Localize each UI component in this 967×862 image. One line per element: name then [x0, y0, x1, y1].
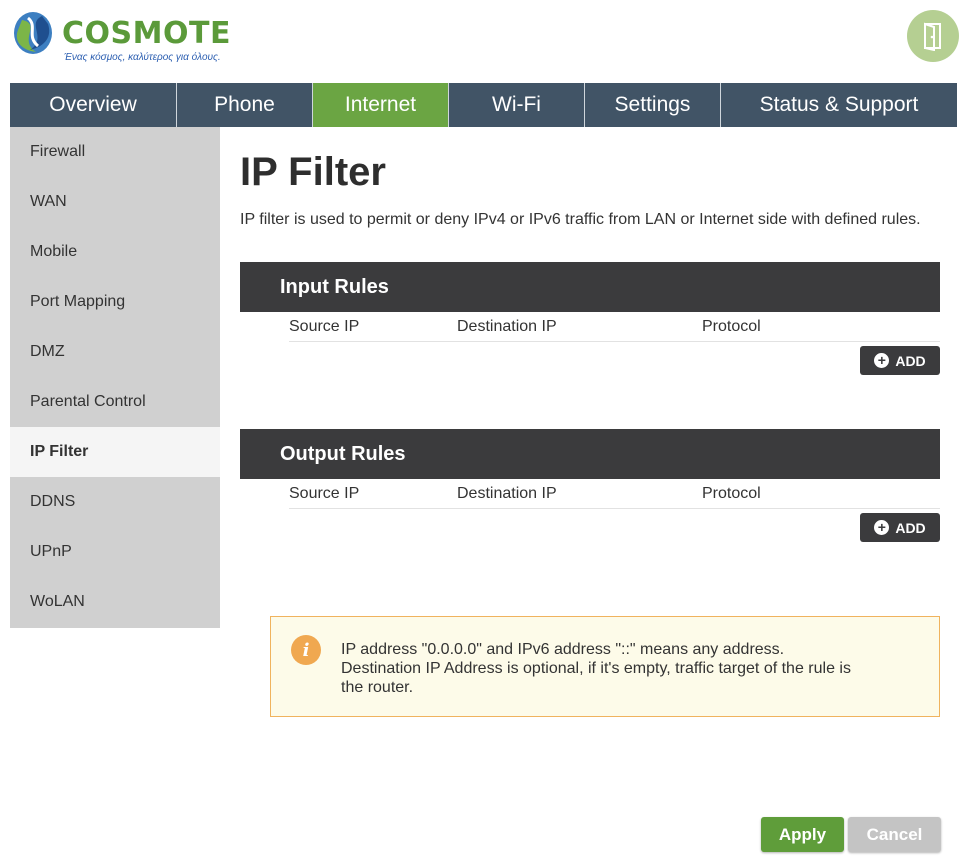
info-note-line: the router.	[341, 679, 414, 696]
column-protocol: Protocol	[702, 318, 761, 335]
add-input-rule-label: ADD	[895, 352, 926, 369]
column-source-ip: Source IP	[289, 318, 360, 335]
tab-internet[interactable]: Internet	[313, 83, 449, 127]
sidebar-item-ip-filter[interactable]: IP Filter	[10, 427, 220, 477]
sidebar-item-wan[interactable]: WAN	[10, 177, 220, 227]
info-icon: i	[291, 635, 321, 665]
sidebar-item-wolan[interactable]: WoLAN	[10, 577, 220, 627]
sidebar-item-mobile[interactable]: Mobile	[10, 227, 220, 277]
door-exit-icon	[924, 22, 941, 51]
add-input-rule-button[interactable]: + ADD	[860, 346, 940, 375]
tab-status-support[interactable]: Status & Support	[721, 83, 957, 127]
sidebar-item-upnp[interactable]: UPnP	[10, 527, 220, 577]
info-note-line: Destination IP Address is optional, if i…	[341, 660, 851, 677]
add-output-rule-button[interactable]: + ADD	[860, 513, 940, 542]
info-note-text: IP address "0.0.0.0" and IPv6 address ":…	[341, 640, 851, 697]
tab-phone[interactable]: Phone	[177, 83, 313, 127]
sidebar-item-parental-control[interactable]: Parental Control	[10, 377, 220, 427]
plus-circle-icon: +	[874, 353, 890, 368]
column-protocol: Protocol	[702, 485, 761, 502]
main-nav: Overview Phone Internet Wi-Fi Settings S…	[10, 83, 957, 127]
cosmote-logo: COSMOTE Ένας κόσμος, καλύτερος για όλους…	[10, 8, 230, 68]
plus-circle-icon: +	[874, 520, 890, 535]
cancel-button[interactable]: Cancel	[848, 817, 941, 852]
brand-name: COSMOTE	[62, 16, 231, 51]
column-destination-ip: Destination IP	[457, 485, 557, 502]
input-rules-columns: Source IP Destination IP Protocol	[289, 312, 940, 342]
logout-button[interactable]	[907, 10, 959, 62]
tab-overview[interactable]: Overview	[10, 83, 177, 127]
sidebar: Firewall WAN Mobile Port Mapping DMZ Par…	[10, 127, 220, 628]
info-note: i IP address "0.0.0.0" and IPv6 address …	[270, 616, 940, 717]
sidebar-item-port-mapping[interactable]: Port Mapping	[10, 277, 220, 327]
tab-wifi[interactable]: Wi-Fi	[449, 83, 585, 127]
input-rules-header: Input Rules	[240, 262, 940, 312]
apply-button[interactable]: Apply	[761, 817, 844, 852]
output-rules-header: Output Rules	[240, 429, 940, 479]
cosmote-logo-icon	[14, 12, 52, 54]
page-description: IP filter is used to permit or deny IPv4…	[240, 211, 921, 228]
tab-settings[interactable]: Settings	[585, 83, 721, 127]
column-destination-ip: Destination IP	[457, 318, 557, 335]
column-source-ip: Source IP	[289, 485, 360, 502]
sidebar-item-dmz[interactable]: DMZ	[10, 327, 220, 377]
sidebar-item-firewall[interactable]: Firewall	[10, 127, 220, 177]
info-note-line: IP address "0.0.0.0" and IPv6 address ":…	[341, 641, 785, 658]
page-title: IP Filter	[240, 150, 386, 194]
output-rules-columns: Source IP Destination IP Protocol	[289, 479, 940, 509]
sidebar-item-ddns[interactable]: DDNS	[10, 477, 220, 527]
add-output-rule-label: ADD	[895, 519, 926, 536]
brand-tagline: Ένας κόσμος, καλύτερος για όλους.	[64, 52, 221, 63]
